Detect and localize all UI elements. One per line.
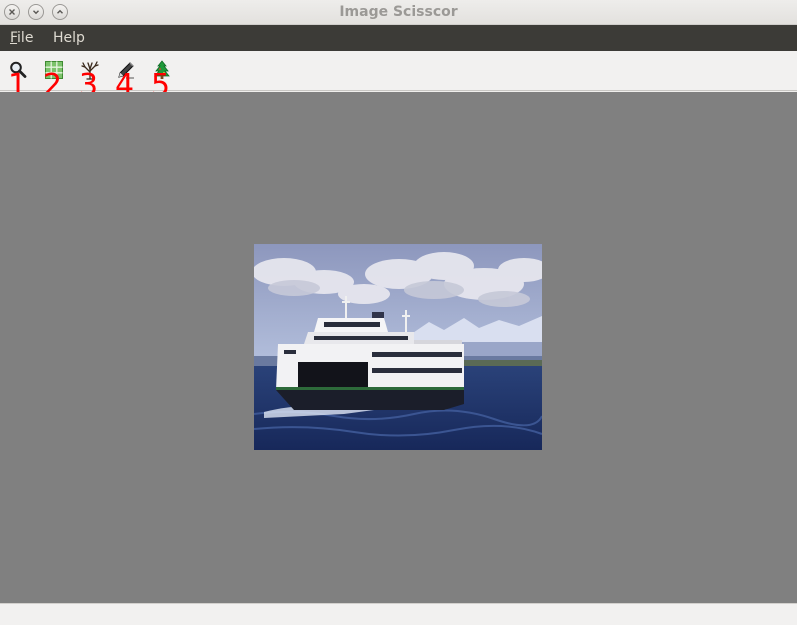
menu-file[interactable]: File <box>10 30 33 46</box>
canvas-area[interactable] <box>0 92 797 603</box>
menu-file-label: ile <box>17 30 34 46</box>
title-bar: Image Scisscor <box>0 0 797 25</box>
window-title: Image Scisscor <box>339 4 458 20</box>
status-bar <box>0 603 797 625</box>
menu-bar: File Help <box>0 25 797 51</box>
menu-help[interactable]: Help <box>53 30 85 46</box>
ferry-boat-photo[interactable] <box>254 244 542 450</box>
menu-file-mnemonic: F <box>10 30 18 46</box>
